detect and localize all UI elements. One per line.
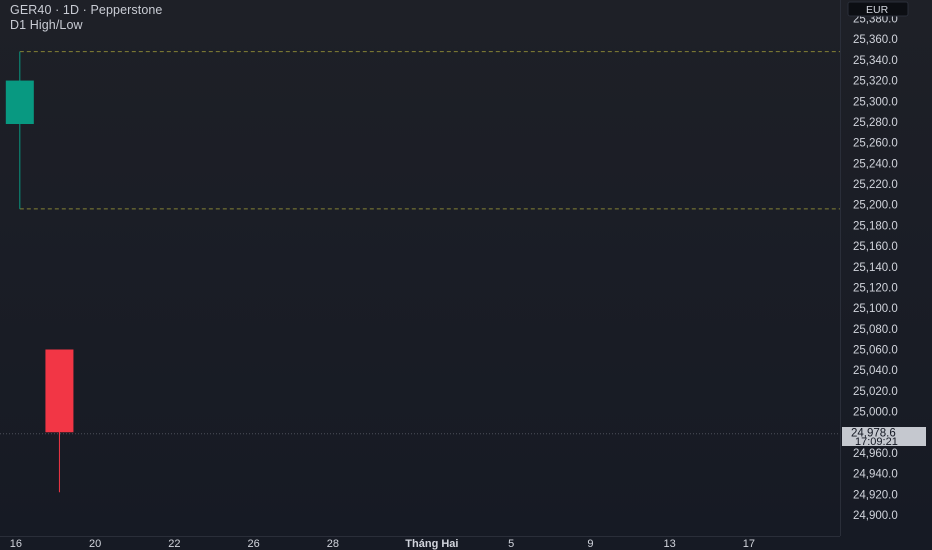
price-tick-label: 25,320.0 (853, 76, 898, 88)
price-tick-label: 25,100.0 (853, 303, 898, 315)
price-tick-label: 25,000.0 (853, 407, 898, 419)
time-tick-label: 17 (743, 538, 755, 550)
candle-body (5, 80, 34, 125)
time-tick-label: 26 (247, 538, 259, 550)
price-tick-label: 25,260.0 (853, 138, 898, 150)
price-tick-label: 25,340.0 (853, 55, 898, 67)
countdown-label: 17:09:21 (855, 436, 898, 448)
price-tick-label: 25,080.0 (853, 324, 898, 336)
price-tick-label: 25,020.0 (853, 386, 898, 398)
price-tick-label: 25,140.0 (853, 262, 898, 274)
time-tick-label: 13 (663, 538, 675, 550)
price-tick-label: 25,300.0 (853, 96, 898, 108)
time-tick-label: 5 (508, 538, 514, 550)
price-tick-label: 25,180.0 (853, 220, 898, 232)
time-tick-label: 9 (587, 538, 593, 550)
price-tick-label: 25,060.0 (853, 345, 898, 357)
time-tick-label: 16 (10, 538, 22, 550)
price-tick-label: 25,240.0 (853, 158, 898, 170)
current-price-badge: 24,978.6 17:09:21 (842, 427, 926, 448)
time-tick-label: Tháng Hai (405, 538, 458, 550)
price-tick-label: 25,160.0 (853, 241, 898, 253)
price-chart[interactable]: 24,900.024,920.024,940.024,960.024,980.0… (0, 0, 932, 550)
price-tick-label: 24,960.0 (853, 448, 898, 460)
price-tick-label: 25,280.0 (853, 117, 898, 129)
price-tick-label: 25,360.0 (853, 34, 898, 46)
price-tick-label: 24,940.0 (853, 469, 898, 481)
time-tick-label: 28 (327, 538, 339, 550)
price-tick-label: 25,220.0 (853, 179, 898, 191)
price-tick-label: 25,040.0 (853, 365, 898, 377)
candle-body (45, 349, 74, 433)
currency-label: EUR (866, 4, 889, 16)
price-tick-label: 24,900.0 (853, 510, 898, 522)
price-tick-label: 24,920.0 (853, 489, 898, 501)
price-tick-label: 25,200.0 (853, 200, 898, 212)
chart-background (0, 0, 932, 550)
price-tick-label: 25,120.0 (853, 282, 898, 294)
currency-badge[interactable]: EUR (847, 1, 909, 17)
time-tick-label: 22 (168, 538, 180, 550)
time-tick-label: 20 (89, 538, 101, 550)
